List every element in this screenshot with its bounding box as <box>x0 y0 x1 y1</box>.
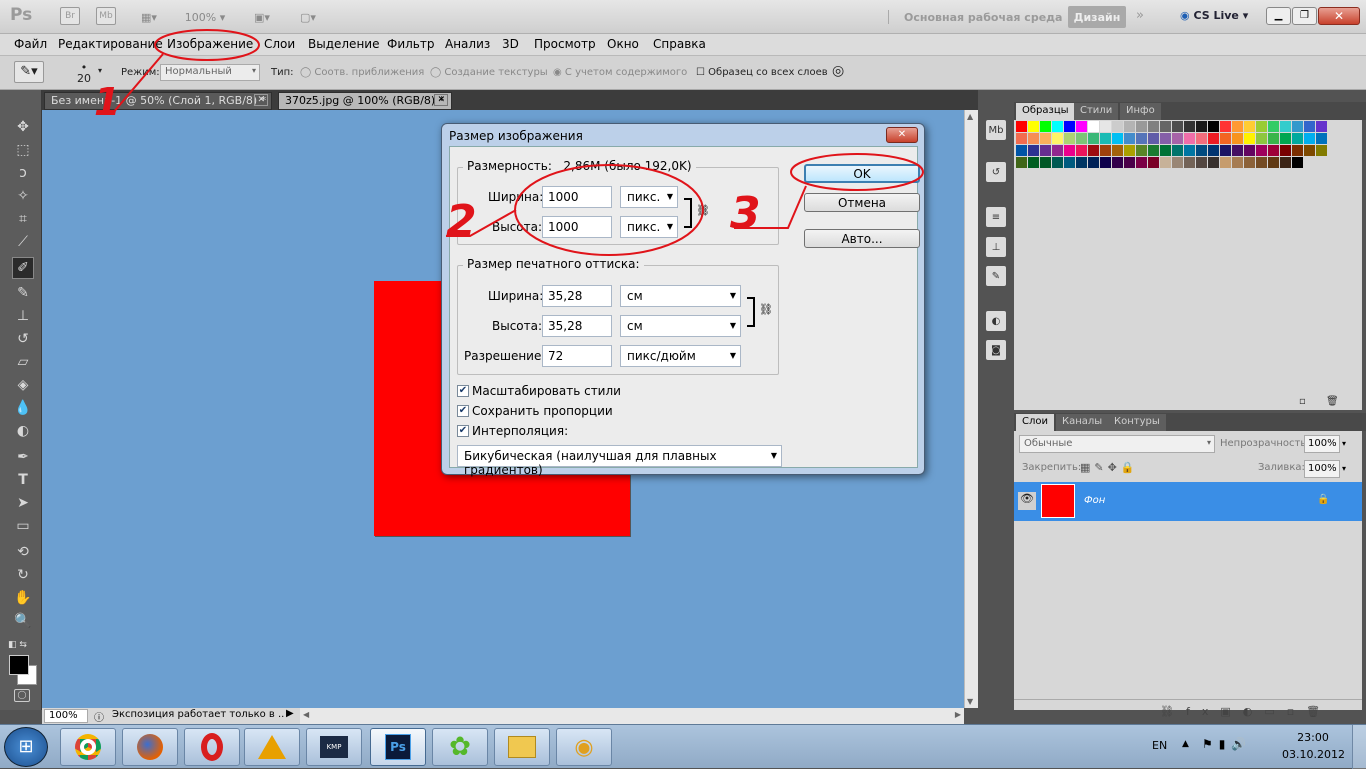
language-indicator[interactable]: EN <box>1152 739 1167 752</box>
media-taskbar-icon[interactable]: ◉ <box>556 728 612 766</box>
clock-date[interactable]: 03.10.2012 <box>1282 748 1345 761</box>
clock-time[interactable]: 23:00 <box>1288 731 1338 744</box>
annotation-circle-pixel-size <box>514 164 704 256</box>
windows-taskbar: ⊞ KMP Ps ✿ ◉ EN ▲ ⚑▮🔊 23:00 03.10.2012 <box>0 724 1366 769</box>
photoshop-taskbar-icon[interactable]: Ps <box>370 728 426 766</box>
tray-icons[interactable]: ⚑▮🔊 <box>1202 737 1252 751</box>
annotation-circle-ok <box>790 153 924 191</box>
annotation-number-2: 2 <box>446 196 477 247</box>
explorer-taskbar-icon[interactable] <box>494 728 550 766</box>
kmplayer-taskbar-icon[interactable]: KMP <box>306 728 362 766</box>
annotation-number-3: 3 <box>730 188 761 239</box>
show-hidden-icons[interactable]: ▲ <box>1182 739 1189 749</box>
annotation-overlay: 1 2 3 <box>94 29 924 256</box>
aimp-taskbar-icon[interactable] <box>244 728 300 766</box>
chrome-taskbar-icon[interactable] <box>60 728 116 766</box>
annotation-circle-menu-image <box>154 29 260 61</box>
start-button[interactable]: ⊞ <box>4 727 48 767</box>
icq-taskbar-icon[interactable]: ✿ <box>432 728 488 766</box>
opera-taskbar-icon[interactable] <box>184 728 240 766</box>
annotation-number-1: 1 <box>94 80 120 124</box>
show-desktop-button[interactable] <box>1352 725 1366 769</box>
firefox-taskbar-icon[interactable] <box>122 728 178 766</box>
